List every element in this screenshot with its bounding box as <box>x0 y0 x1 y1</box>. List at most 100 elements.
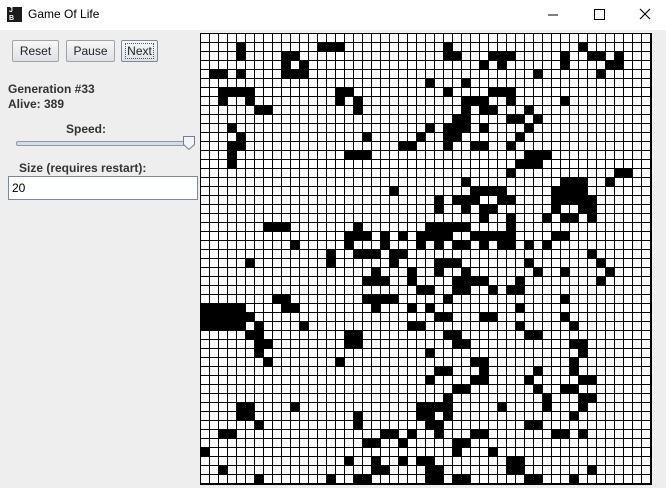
dead-cell[interactable] <box>489 349 497 357</box>
dead-cell[interactable] <box>390 457 398 465</box>
dead-cell[interactable] <box>246 34 254 42</box>
dead-cell[interactable] <box>201 61 209 69</box>
dead-cell[interactable] <box>390 304 398 312</box>
dead-cell[interactable] <box>345 412 353 420</box>
dead-cell[interactable] <box>570 421 578 429</box>
dead-cell[interactable] <box>525 97 533 105</box>
alive-cell[interactable] <box>444 313 452 321</box>
dead-cell[interactable] <box>354 241 362 249</box>
dead-cell[interactable] <box>561 133 569 141</box>
alive-cell[interactable] <box>345 241 353 249</box>
dead-cell[interactable] <box>237 115 245 123</box>
dead-cell[interactable] <box>543 286 551 294</box>
dead-cell[interactable] <box>624 466 632 474</box>
dead-cell[interactable] <box>615 106 623 114</box>
dead-cell[interactable] <box>597 349 605 357</box>
dead-cell[interactable] <box>507 304 515 312</box>
dead-cell[interactable] <box>471 133 479 141</box>
dead-cell[interactable] <box>534 169 542 177</box>
dead-cell[interactable] <box>633 448 641 456</box>
alive-cell[interactable] <box>498 61 506 69</box>
dead-cell[interactable] <box>210 376 218 384</box>
alive-cell[interactable] <box>606 178 614 186</box>
dead-cell[interactable] <box>273 178 281 186</box>
alive-cell[interactable] <box>363 277 371 285</box>
dead-cell[interactable] <box>435 52 443 60</box>
dead-cell[interactable] <box>408 232 416 240</box>
dead-cell[interactable] <box>588 358 596 366</box>
dead-cell[interactable] <box>237 223 245 231</box>
dead-cell[interactable] <box>561 151 569 159</box>
alive-cell[interactable] <box>237 322 245 330</box>
dead-cell[interactable] <box>498 169 506 177</box>
alive-cell[interactable] <box>570 196 578 204</box>
dead-cell[interactable] <box>309 34 317 42</box>
dead-cell[interactable] <box>399 223 407 231</box>
dead-cell[interactable] <box>327 394 335 402</box>
dead-cell[interactable] <box>462 457 470 465</box>
dead-cell[interactable] <box>327 52 335 60</box>
dead-cell[interactable] <box>624 439 632 447</box>
dead-cell[interactable] <box>309 214 317 222</box>
dead-cell[interactable] <box>597 142 605 150</box>
dead-cell[interactable] <box>579 142 587 150</box>
dead-cell[interactable] <box>534 439 542 447</box>
dead-cell[interactable] <box>219 133 227 141</box>
dead-cell[interactable] <box>480 457 488 465</box>
dead-cell[interactable] <box>615 142 623 150</box>
dead-cell[interactable] <box>228 439 236 447</box>
dead-cell[interactable] <box>597 61 605 69</box>
dead-cell[interactable] <box>318 70 326 78</box>
alive-cell[interactable] <box>507 466 515 474</box>
dead-cell[interactable] <box>516 313 524 321</box>
dead-cell[interactable] <box>381 52 389 60</box>
dead-cell[interactable] <box>417 97 425 105</box>
dead-cell[interactable] <box>354 79 362 87</box>
dead-cell[interactable] <box>318 259 326 267</box>
dead-cell[interactable] <box>399 466 407 474</box>
dead-cell[interactable] <box>246 232 254 240</box>
alive-cell[interactable] <box>381 466 389 474</box>
dead-cell[interactable] <box>615 43 623 51</box>
alive-cell[interactable] <box>327 43 335 51</box>
dead-cell[interactable] <box>381 115 389 123</box>
dead-cell[interactable] <box>219 376 227 384</box>
dead-cell[interactable] <box>291 178 299 186</box>
dead-cell[interactable] <box>642 205 650 213</box>
alive-cell[interactable] <box>444 124 452 132</box>
dead-cell[interactable] <box>534 223 542 231</box>
dead-cell[interactable] <box>471 106 479 114</box>
dead-cell[interactable] <box>390 268 398 276</box>
dead-cell[interactable] <box>444 421 452 429</box>
dead-cell[interactable] <box>579 52 587 60</box>
alive-cell[interactable] <box>588 52 596 60</box>
dead-cell[interactable] <box>264 268 272 276</box>
dead-cell[interactable] <box>408 349 416 357</box>
dead-cell[interactable] <box>615 385 623 393</box>
dead-cell[interactable] <box>390 385 398 393</box>
life-board[interactable] <box>200 33 652 485</box>
dead-cell[interactable] <box>552 331 560 339</box>
alive-cell[interactable] <box>615 169 623 177</box>
reset-button[interactable]: Reset <box>12 40 59 62</box>
alive-cell[interactable] <box>444 133 452 141</box>
alive-cell[interactable] <box>462 124 470 132</box>
dead-cell[interactable] <box>246 286 254 294</box>
dead-cell[interactable] <box>489 133 497 141</box>
dead-cell[interactable] <box>489 457 497 465</box>
dead-cell[interactable] <box>237 286 245 294</box>
dead-cell[interactable] <box>435 70 443 78</box>
dead-cell[interactable] <box>408 61 416 69</box>
dead-cell[interactable] <box>534 214 542 222</box>
alive-cell[interactable] <box>462 340 470 348</box>
dead-cell[interactable] <box>543 331 551 339</box>
dead-cell[interactable] <box>570 403 578 411</box>
dead-cell[interactable] <box>606 115 614 123</box>
dead-cell[interactable] <box>381 421 389 429</box>
dead-cell[interactable] <box>318 124 326 132</box>
dead-cell[interactable] <box>408 223 416 231</box>
dead-cell[interactable] <box>606 466 614 474</box>
dead-cell[interactable] <box>417 340 425 348</box>
dead-cell[interactable] <box>372 349 380 357</box>
dead-cell[interactable] <box>561 160 569 168</box>
